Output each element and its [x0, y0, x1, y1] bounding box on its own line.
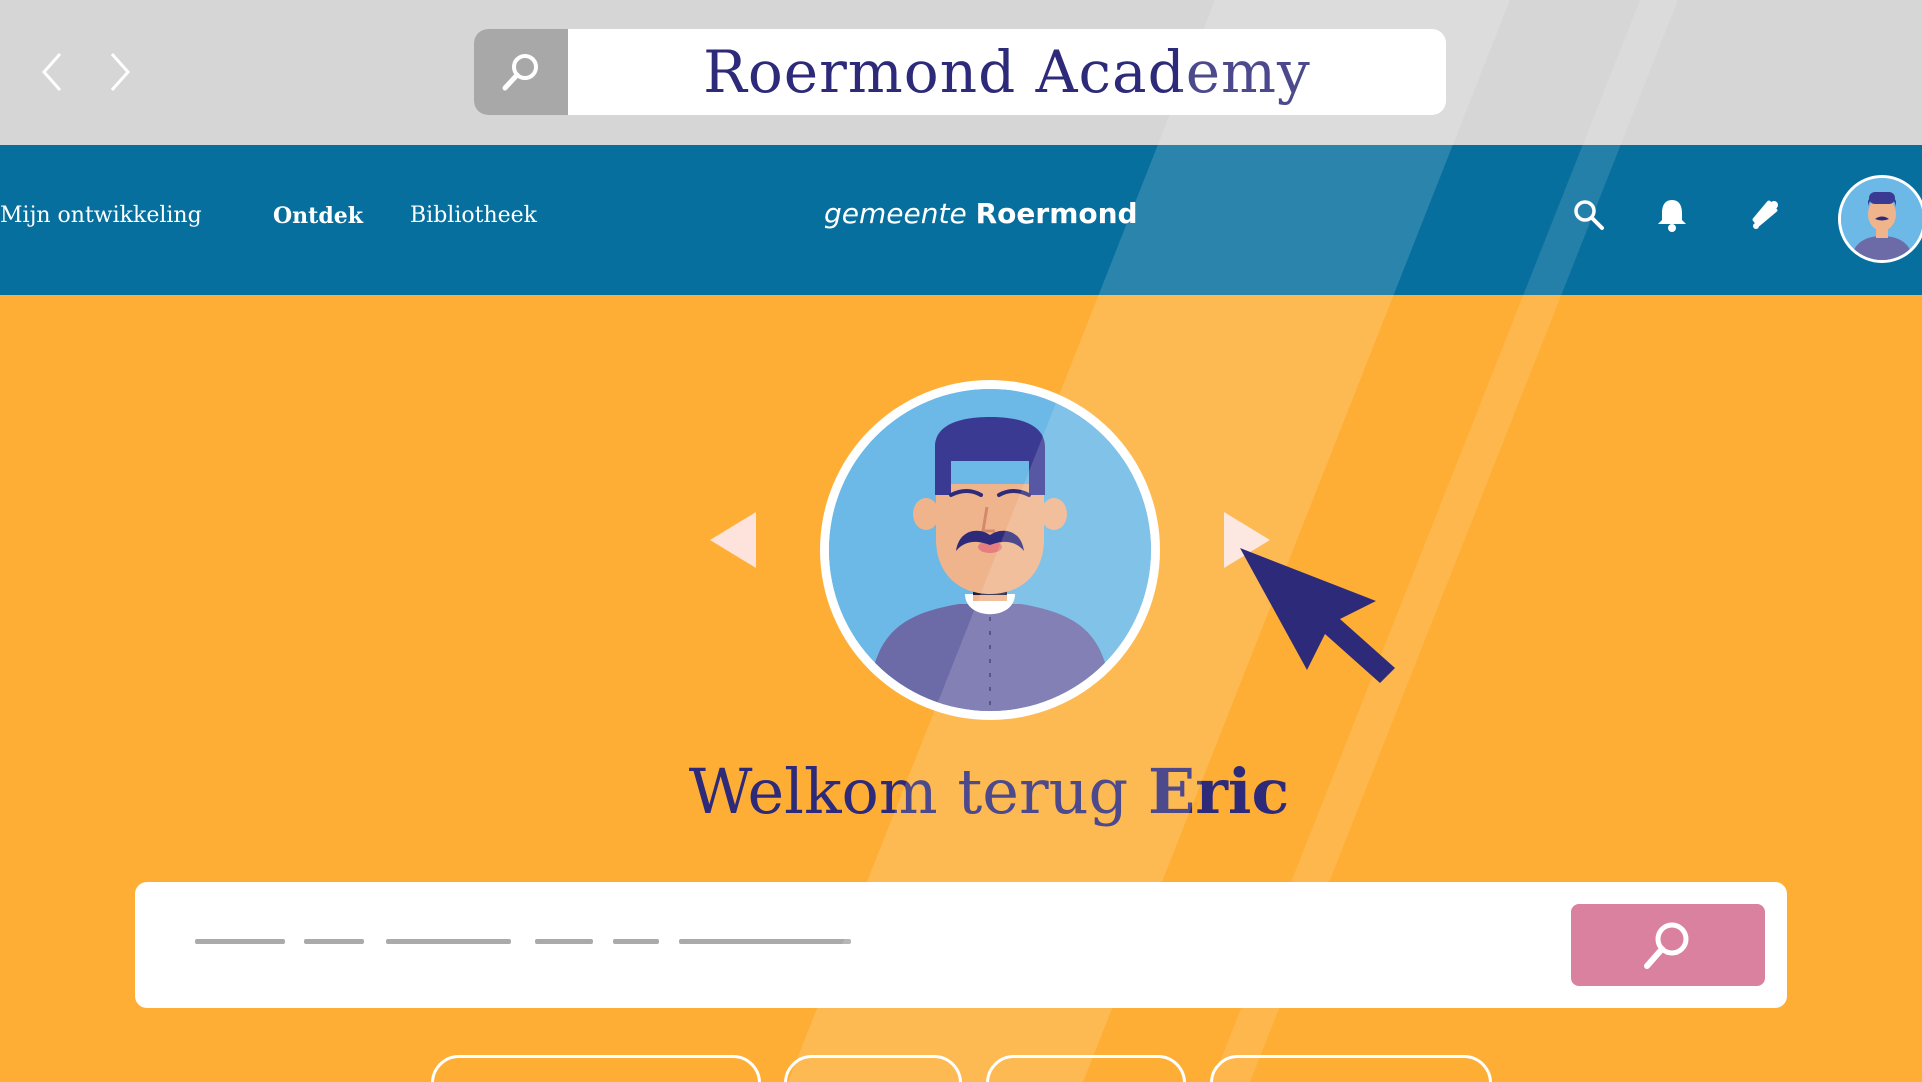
- menu-item-ontdek[interactable]: Ontdek: [273, 203, 363, 229]
- search-submit-button[interactable]: [1571, 904, 1765, 986]
- search-icon: [1574, 200, 1604, 230]
- triangle-left-icon: [710, 512, 756, 568]
- avatar-illustration: [829, 389, 1151, 711]
- placeholder-line: [304, 939, 364, 944]
- search-input[interactable]: [195, 939, 995, 945]
- address-bar[interactable]: Roermond Academy: [474, 29, 1446, 115]
- welcome-prefix: Welkom terug: [688, 755, 1129, 828]
- filter-chip[interactable]: [986, 1055, 1186, 1082]
- search-icon: [1644, 922, 1689, 969]
- header-search-button[interactable]: [1567, 193, 1611, 237]
- user-name: Eric: [1147, 755, 1290, 828]
- user-avatar[interactable]: [1838, 175, 1922, 263]
- avatar-next-button[interactable]: [1222, 510, 1272, 574]
- brand-name: Roermond: [975, 197, 1138, 230]
- badges-button[interactable]: [1743, 193, 1787, 237]
- placeholder-line: [195, 939, 285, 944]
- placeholder-line: [613, 939, 659, 944]
- forward-button[interactable]: [100, 48, 140, 96]
- filter-chip[interactable]: [431, 1055, 761, 1082]
- placeholder-line: [386, 939, 511, 944]
- browser-toolbar: Roermond Academy: [0, 0, 1922, 145]
- filter-chip[interactable]: [1210, 1055, 1492, 1082]
- chevron-right-icon: [110, 53, 131, 91]
- hero-section: Welkom terug Eric: [0, 295, 1922, 1082]
- chevron-left-icon: [41, 53, 62, 91]
- address-search-button[interactable]: [474, 29, 568, 115]
- placeholder-line: [535, 939, 593, 944]
- site-header: Mijn ontwikkeling Ontdek Bibliotheek gem…: [0, 145, 1922, 295]
- back-button[interactable]: [32, 48, 72, 96]
- avatar-prev-button[interactable]: [708, 510, 758, 574]
- filter-chip[interactable]: [784, 1055, 962, 1082]
- notifications-button[interactable]: [1650, 193, 1694, 237]
- triangle-right-icon: [1224, 512, 1270, 568]
- search-icon: [502, 54, 538, 91]
- menu-item-mijn-ontwikkeling[interactable]: Mijn ontwikkeling: [0, 203, 202, 228]
- filter-chips: [0, 1055, 1922, 1082]
- placeholder-line: [679, 939, 851, 944]
- address-text[interactable]: Roermond Academy: [568, 29, 1446, 115]
- avatar: [1841, 178, 1922, 260]
- welcome-heading: Welkom terug Eric: [0, 755, 1922, 828]
- brand-prefix: gemeente: [824, 197, 967, 230]
- brand-logo[interactable]: gemeente Roermond: [824, 197, 1138, 230]
- bell-icon: [1658, 200, 1686, 232]
- badge-tools-icon: [1752, 200, 1778, 229]
- search-panel: [135, 882, 1787, 1008]
- menu-item-bibliotheek[interactable]: Bibliotheek: [410, 203, 537, 228]
- hero-avatar: [820, 380, 1160, 720]
